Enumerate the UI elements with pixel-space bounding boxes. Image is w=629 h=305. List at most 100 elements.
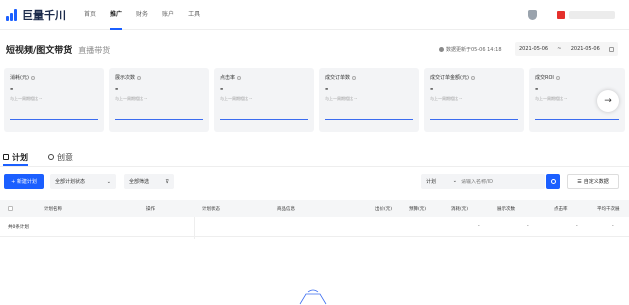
col-product-info: 商品信息	[277, 207, 295, 212]
col-plan-status: 计划状态	[202, 207, 220, 212]
nav-item-tools[interactable]: 工具	[188, 0, 200, 30]
col-impressions[interactable]: 展示次数	[497, 206, 515, 212]
new-plan-button[interactable]: + 新建计划	[4, 174, 44, 189]
avatar	[557, 11, 565, 19]
metric-card[interactable]: 消耗(元) - 与上一周期相比 --	[4, 68, 104, 132]
plan-status-select[interactable]: 全部计划状态 ⌄	[50, 174, 116, 189]
tab-creative-label: 创意	[57, 152, 73, 162]
info-icon	[439, 47, 444, 52]
nav-item-account[interactable]: 账户	[162, 0, 174, 30]
all-filter-label: 全部筛选	[129, 179, 150, 185]
metric-compare: 与上一周期相比 --	[325, 96, 358, 101]
next-cards-button[interactable]: →	[597, 90, 619, 112]
col-avg-cpm[interactable]: 平均千次展	[597, 206, 620, 212]
plan-status-value: 全部计划状态	[55, 179, 86, 185]
metric-label: 成交订单金额(元)	[430, 75, 469, 81]
col-bid[interactable]: 出价(元)	[375, 206, 392, 212]
metric-label: 消耗(元)	[10, 75, 29, 81]
plan-creative-tabs: 计划 创意	[0, 148, 629, 166]
metric-compare: 与上一周期相比 --	[10, 96, 43, 101]
shield-icon[interactable]	[528, 10, 537, 20]
table-total-row: 共0条计划 - - - -	[0, 217, 629, 237]
question-icon	[137, 75, 142, 80]
col-cost[interactable]: 消耗(元)	[451, 206, 468, 212]
metric-sparkline	[115, 119, 203, 120]
tab-divider	[0, 166, 629, 167]
creative-icon	[48, 154, 54, 160]
metric-card[interactable]: 成交订单数 - 与上一周期相比 --	[319, 68, 419, 132]
top-navigation-bar: 巨量千川 首页 推广 财务 账户 工具	[0, 0, 629, 30]
nav-item-home[interactable]: 首页	[84, 0, 96, 30]
tab-plan-label: 计划	[12, 152, 28, 162]
total-cell: -	[527, 224, 529, 229]
update-time: 数据更新于05-06 14:18	[439, 46, 502, 53]
search-input[interactable]	[461, 178, 541, 185]
col-plan-name: 计划名称	[44, 207, 62, 212]
plan-toolbar: + 新建计划 全部计划状态 ⌄ 全部筛选 ⊽ 计划 ⌄ ☰ 自定义数据	[0, 174, 629, 190]
col-ctr[interactable]: 点击率	[554, 206, 568, 212]
date-separator: ~	[557, 46, 562, 52]
metric-compare: 与上一周期相比 --	[430, 96, 463, 101]
search-button[interactable]	[546, 174, 560, 189]
question-icon	[555, 75, 560, 80]
metric-compare: 与上一周期相比 --	[220, 96, 253, 101]
metric-compare: 与上一周期相比 --	[115, 96, 148, 101]
calendar-icon	[608, 46, 614, 52]
table-header: 计划名称 操作 计划状态 商品信息 出价(元) 预算(元) 消耗(元) 展示次数…	[0, 200, 629, 217]
search-scope-value: 计划	[426, 179, 437, 185]
tab-plan[interactable]: 计划	[3, 148, 28, 166]
live-tab-title[interactable]: 直播带货	[78, 45, 110, 56]
arrow-right-icon: →	[604, 96, 612, 106]
select-all-checkbox[interactable]	[8, 206, 13, 211]
filter-icon: ⊽	[165, 178, 169, 185]
settings-icon: ☰	[577, 178, 582, 185]
logo-icon	[6, 8, 19, 21]
chevron-down-icon: ⌄	[452, 178, 457, 184]
metric-value: -	[430, 84, 434, 93]
question-icon	[352, 75, 357, 80]
plan-table: 计划名称 操作 计划状态 商品信息 出价(元) 预算(元) 消耗(元) 展示次数…	[0, 200, 629, 237]
col-actions: 操作	[146, 207, 155, 212]
col-budget[interactable]: 预算(元)	[409, 206, 426, 212]
search-box: 计划 ⌄	[421, 174, 545, 189]
metric-sparkline	[535, 119, 619, 120]
brand-logo[interactable]: 巨量千川	[6, 7, 66, 23]
date-end: 2021-05-06	[570, 46, 600, 52]
metric-card[interactable]: 成交订单金额(元) - 与上一周期相比 --	[424, 68, 524, 132]
question-icon	[30, 75, 35, 80]
total-cell: -	[576, 224, 578, 229]
date-range-picker[interactable]: 2021-05-06 ~ 2021-05-06	[515, 42, 618, 56]
page-header: 短视频/图文带货 直播带货	[6, 43, 110, 56]
total-cell: -	[612, 224, 614, 229]
date-start: 2021-05-06	[519, 46, 549, 52]
metric-label: 成交订单数	[325, 75, 351, 81]
tab-creative[interactable]: 创意	[48, 148, 73, 166]
metric-label: 点击率	[220, 75, 236, 81]
question-icon	[470, 75, 475, 80]
metric-label: 成交ROI	[535, 75, 554, 81]
metric-value: -	[115, 84, 119, 93]
total-cell: -	[478, 224, 480, 229]
custom-columns-button[interactable]: ☰ 自定义数据	[567, 174, 619, 189]
update-time-text: 数据更新于05-06 14:18	[446, 47, 502, 53]
column-divider	[194, 217, 195, 239]
nav-item-promotion[interactable]: 推广	[110, 0, 123, 30]
metric-sparkline	[220, 119, 308, 120]
chevron-down-icon: ⌄	[106, 178, 111, 185]
metric-card[interactable]: 点击率 - 与上一周期相比 --	[214, 68, 314, 132]
metric-value: -	[220, 84, 224, 93]
page-title[interactable]: 短视频/图文带货	[6, 43, 72, 56]
plan-icon	[3, 154, 9, 160]
question-icon	[237, 75, 242, 80]
metric-value: -	[10, 84, 14, 93]
search-icon	[550, 179, 556, 184]
user-account-menu[interactable]	[557, 11, 615, 19]
total-plan-count: 共0条计划	[8, 225, 29, 230]
nav-item-finance[interactable]: 财务	[136, 0, 148, 30]
metric-card[interactable]: 展示次数 - 与上一周期相比 --	[109, 68, 209, 132]
search-scope-select[interactable]: 计划 ⌄	[421, 178, 461, 185]
brand-name: 巨量千川	[22, 8, 66, 22]
account-name-masked	[569, 11, 615, 19]
metric-sparkline	[325, 119, 413, 120]
all-filter-button[interactable]: 全部筛选 ⊽	[124, 174, 174, 189]
